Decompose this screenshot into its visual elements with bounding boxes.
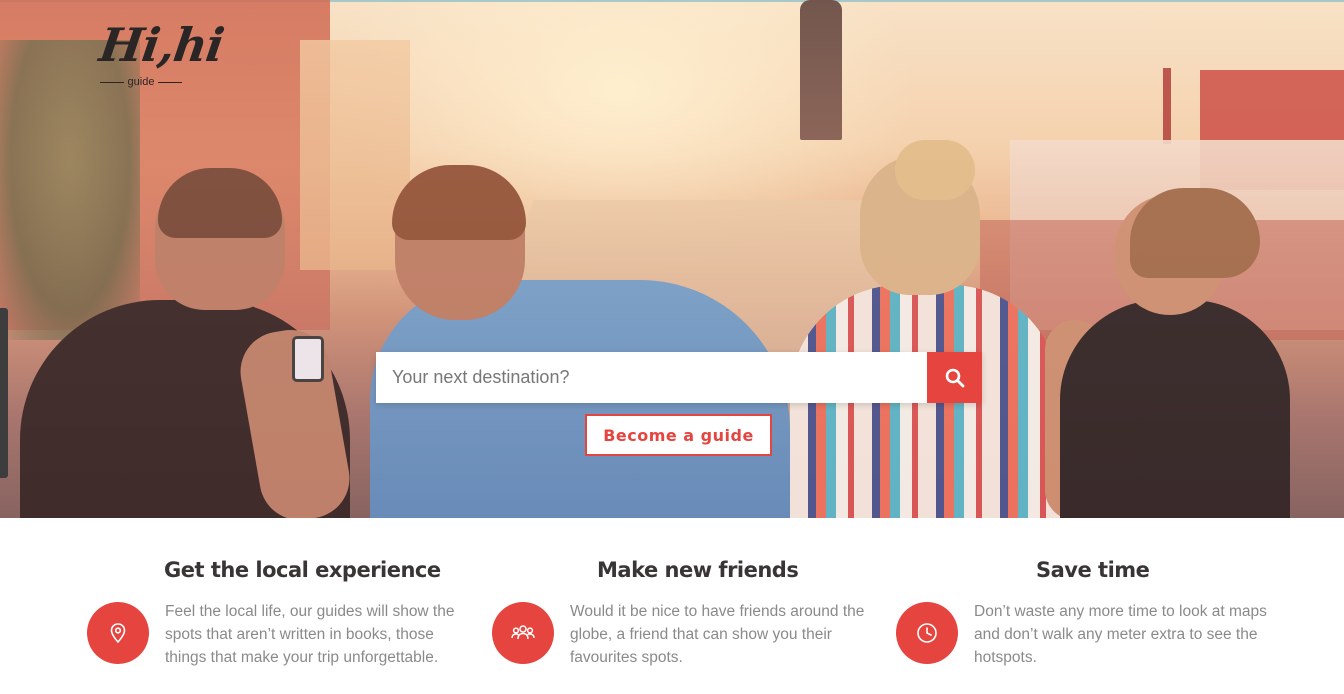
feature-save-time: Save time Don’t waste any more time to l…	[896, 518, 1296, 694]
logo-rule	[158, 81, 183, 83]
features-section: Get the local experience Feel the local …	[0, 518, 1344, 694]
feature-icon-circle	[896, 602, 958, 664]
feature-description: Feel the local life, our guides will sho…	[165, 603, 455, 666]
feature-new-friends: Make new friends Would it be nice to hav…	[492, 518, 892, 694]
feature-icon-circle	[87, 602, 149, 664]
group-icon	[511, 625, 535, 640]
destination-search	[376, 352, 982, 403]
become-guide-button[interactable]: Become a guide	[585, 414, 772, 456]
feature-description: Would it be nice to have friends around …	[570, 603, 865, 666]
logo-tagline: guide	[94, 76, 188, 88]
feature-title: Get the local experience	[164, 558, 441, 582]
feature-icon-circle	[492, 602, 554, 664]
clock-icon	[917, 623, 937, 643]
feature-description: Don’t waste any more time to look at map…	[974, 603, 1267, 666]
hero-banner: Hi,hi guide Become a guide	[0, 0, 1344, 518]
feature-title: Save time	[1036, 558, 1150, 582]
side-tab[interactable]	[0, 308, 8, 478]
site-logo[interactable]: Hi,hi guide	[94, 18, 226, 100]
logo-rule	[99, 81, 124, 83]
search-icon	[945, 368, 964, 387]
map-pin-icon	[110, 623, 126, 644]
search-input[interactable]	[376, 352, 927, 403]
logo-tagline-text: guide	[127, 76, 155, 88]
feature-local-experience: Get the local experience Feel the local …	[87, 518, 487, 694]
search-button[interactable]	[927, 352, 982, 403]
feature-title: Make new friends	[597, 558, 799, 582]
logo-wordmark: Hi,hi	[96, 18, 227, 72]
